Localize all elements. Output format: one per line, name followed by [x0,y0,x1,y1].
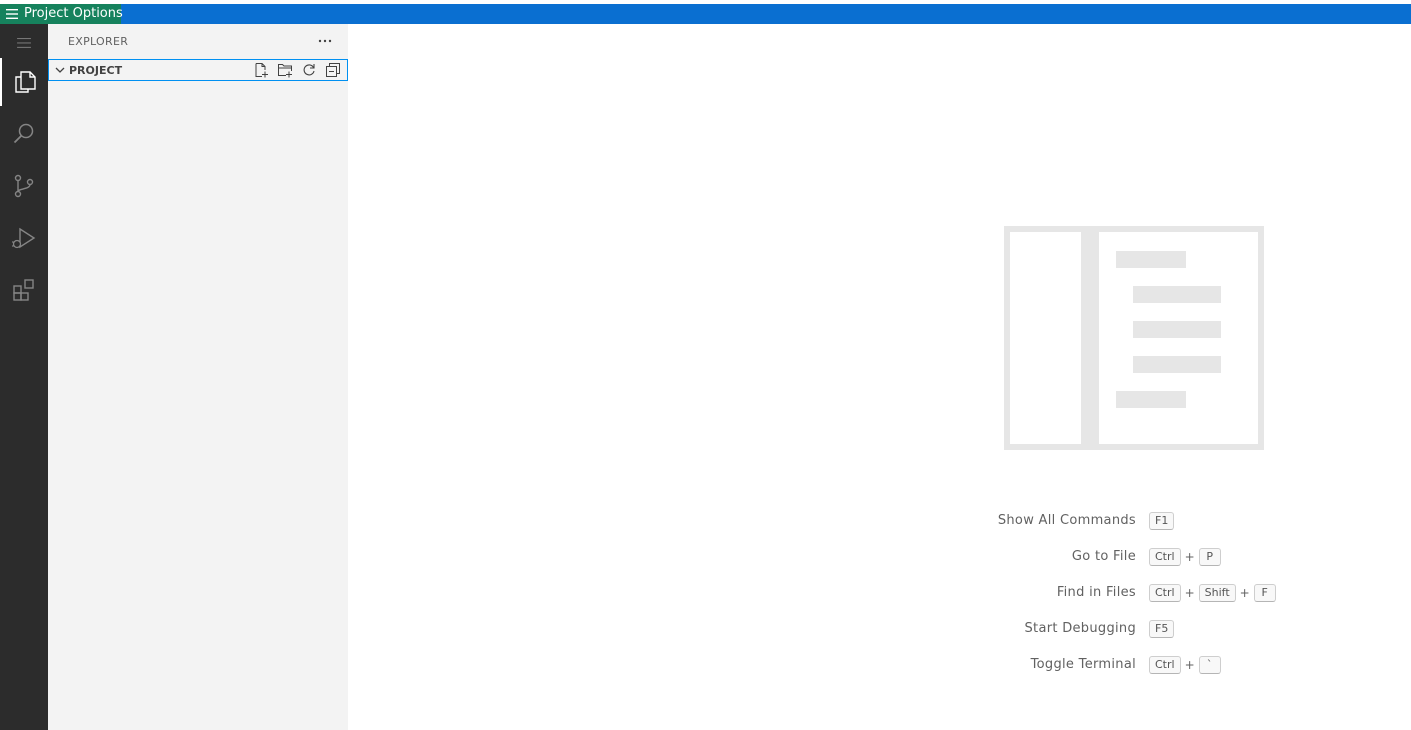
project-options-label: Project Options [24,6,123,21]
shortcut-keys: Ctrl + ` [1149,656,1221,674]
plus-separator: + [1184,658,1195,672]
activity-bar [0,24,48,730]
shortcut-label: Toggle Terminal [1030,657,1136,672]
shortcut-row: Show All Commands F1 [948,510,1388,546]
shortcut-label: Go to File [1071,549,1136,564]
shortcut-label: Find in Files [1056,585,1136,600]
key-cap: Shift [1198,584,1236,602]
section-actions [249,60,345,80]
search-icon [13,123,34,144]
activity-explorer[interactable] [0,58,48,106]
shortcut-keys: F5 [1149,620,1175,638]
new-file-button[interactable] [249,60,273,80]
key-cap: Ctrl [1149,656,1181,674]
shortcut-row: Go to File Ctrl + P [948,546,1388,582]
project-options-button[interactable]: Project Options [0,4,123,24]
shortcut-keys: F1 [1149,512,1175,530]
menu-icon [6,9,18,19]
shortcut-row: Start Debugging F5 [948,618,1388,654]
new-file-icon [255,63,268,78]
title-bar: Project Options [0,0,1411,24]
key-cap: P [1198,548,1221,566]
key-cap: Ctrl [1149,548,1181,566]
collapse-all-button[interactable] [321,60,345,80]
refresh-button[interactable] [297,60,321,80]
refresh-icon [303,64,315,76]
extensions-icon [13,279,34,301]
activity-extensions[interactable] [0,266,48,314]
key-cap: ` [1198,656,1221,674]
project-section-header[interactable]: PROJECT [48,59,348,81]
key-cap: F1 [1149,512,1175,530]
shortcut-label: Start Debugging [1024,621,1136,636]
collapse-all-icon [326,63,340,77]
shortcut-row: Toggle Terminal Ctrl + ` [948,654,1388,690]
plus-separator: + [1184,586,1195,600]
key-cap: Ctrl [1149,584,1181,602]
files-icon [15,71,36,93]
hamburger-icon [17,38,31,48]
sidebar-title: EXPLORER [68,35,129,48]
shortcut-keys: Ctrl + P [1149,548,1221,566]
plus-separator: + [1239,586,1250,600]
chevron-down-icon [55,67,65,73]
source-control-icon [14,174,34,198]
shortcut-label: Show All Commands [997,513,1136,528]
new-folder-button[interactable] [273,60,297,80]
shortcut-keys: Ctrl + Shift + F [1149,584,1276,602]
project-section-label: PROJECT [69,64,123,77]
editor-area: Show All Commands F1 Go to File Ctrl + P… [348,24,1411,730]
plus-separator: + [1184,550,1195,564]
application-menu[interactable] [0,24,48,62]
shortcut-row: Find in Files Ctrl + Shift + F [948,582,1388,618]
editor-watermark-logo [1004,226,1264,450]
explorer-sidebar: EXPLORER PROJECT [48,24,348,730]
activity-search[interactable] [0,110,48,158]
key-cap: F5 [1149,620,1175,638]
key-cap: F [1253,584,1276,602]
title-bar-stripe [0,4,1411,24]
shortcut-list: Show All Commands F1 Go to File Ctrl + P… [948,510,1388,690]
ellipsis-icon [318,39,332,43]
activity-run-debug[interactable] [0,214,48,262]
more-actions-button[interactable] [314,30,336,52]
new-folder-icon [278,64,292,78]
activity-source-control[interactable] [0,162,48,210]
run-debug-icon [12,227,36,249]
